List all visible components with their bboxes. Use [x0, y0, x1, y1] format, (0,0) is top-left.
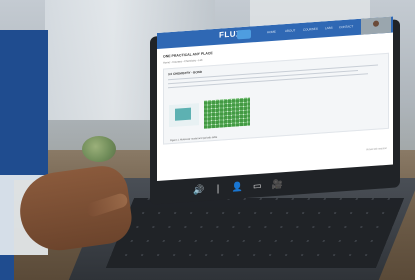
molecule-image — [169, 103, 199, 128]
figure-caption: Figure 1. Molecular model and periodic t… — [170, 135, 218, 143]
nav-item-contact[interactable]: CONTACT — [339, 24, 353, 29]
molecule-model — [175, 107, 191, 121]
laptop-screen: FLUX HOME ABOUT COURSES LABS CONTACT ONE… — [157, 16, 393, 182]
page-title: ONE PRACTICAL ANY PLACE — [163, 51, 213, 59]
logo-badge — [237, 29, 251, 40]
content-panel: 3.0 CHEMISTRY - BOND Figure 1. Molecular… — [163, 52, 389, 145]
webcam-preview — [361, 16, 391, 35]
decorative-plant — [82, 136, 116, 162]
volume-icon[interactable]: 🔊 — [193, 185, 204, 196]
laptop-keyboard — [105, 198, 405, 268]
periodic-table-image — [204, 97, 250, 129]
photo-scene: FLUX HOME ABOUT COURSES LABS CONTACT ONE… — [0, 0, 415, 280]
breadcrumb[interactable]: Home › Courses › Chemistry › Lab — [163, 59, 203, 65]
nav-item-labs[interactable]: LABS — [325, 26, 333, 31]
nav-item-about[interactable]: ABOUT — [285, 28, 295, 33]
panel-title: 3.0 CHEMISTRY - BOND — [168, 69, 203, 77]
camera-icon[interactable]: 🎥 — [272, 180, 283, 191]
participants-icon[interactable]: 👤 — [232, 183, 243, 194]
webcam-person — [373, 20, 379, 27]
footer-text: Virtual lab session — [365, 146, 387, 152]
screen-share-icon[interactable]: ▭ — [253, 181, 262, 192]
nav-item-home[interactable]: HOME — [267, 30, 276, 35]
pointer-icon[interactable]: ❘ — [214, 184, 222, 195]
nav-item-courses[interactable]: COURSES — [303, 27, 318, 32]
